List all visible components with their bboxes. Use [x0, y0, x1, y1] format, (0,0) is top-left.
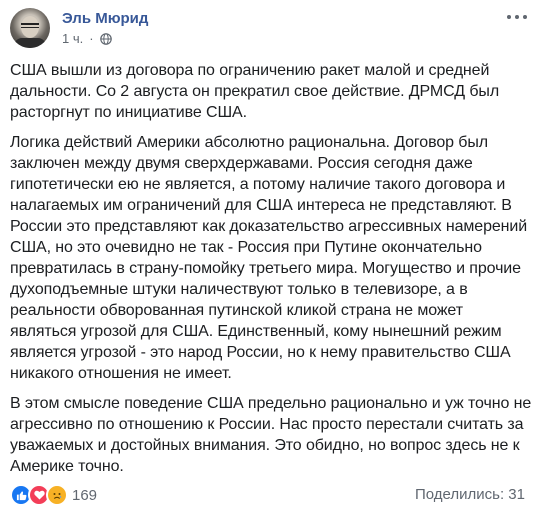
avatar[interactable]	[10, 8, 50, 48]
reactions-summary[interactable]: 169	[10, 484, 97, 506]
avatar-glasses	[21, 23, 39, 28]
post-paragraph: США вышли из договора по ограничению рак…	[10, 62, 500, 121]
post-paragraph: Логика действий Америки абсолютно рацион…	[10, 134, 528, 382]
post-footer: 169 Поделились: 31	[10, 484, 531, 506]
post-body: США вышли из договора по ограничению рак…	[10, 60, 532, 486]
timestamp[interactable]: 1 ч.	[62, 31, 83, 46]
post-header: Эль Мюрид 1 ч. ·	[10, 8, 531, 52]
author-name[interactable]: Эль Мюрид	[62, 10, 148, 27]
globe-icon	[99, 32, 112, 45]
sad-icon	[46, 484, 68, 506]
reaction-count[interactable]: 169	[72, 487, 97, 504]
more-options-icon[interactable]	[507, 10, 527, 24]
post-meta: 1 ч. ·	[62, 31, 112, 46]
shares-count[interactable]: Поделились: 31	[415, 486, 525, 503]
avatar-shirt	[14, 38, 46, 48]
meta-separator: ·	[89, 31, 94, 46]
post-paragraph: В этом смысле поведение США предельно ра…	[10, 395, 532, 475]
